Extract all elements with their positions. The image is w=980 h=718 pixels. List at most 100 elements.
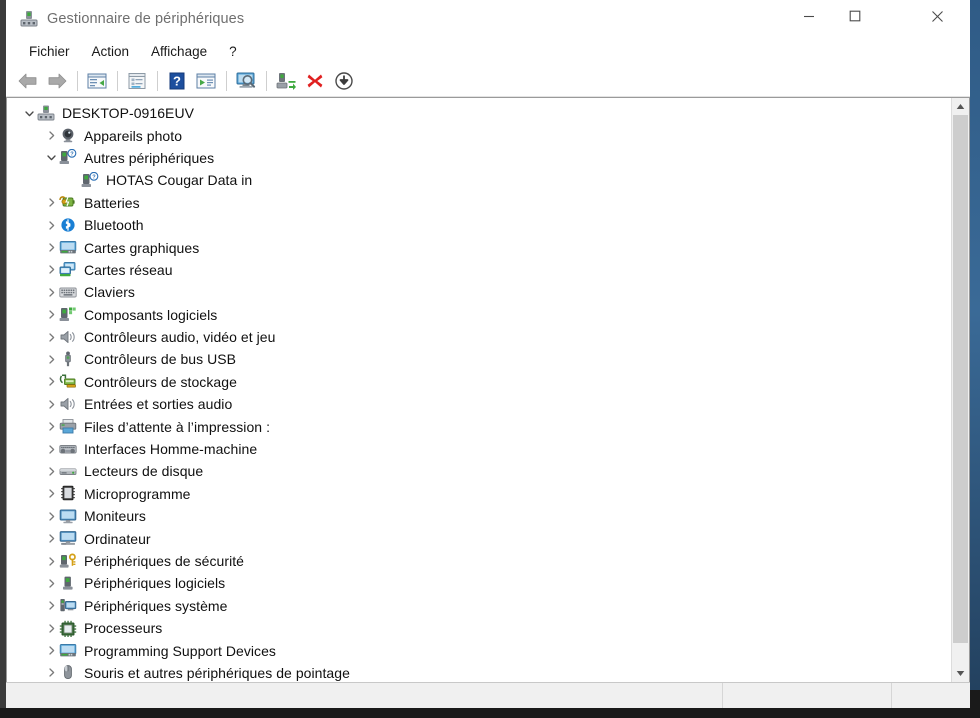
status-segment-2 — [722, 683, 891, 708]
chevron-right-icon[interactable] — [43, 550, 59, 572]
chevron-right-icon[interactable] — [43, 304, 59, 326]
tree-row[interactable]: Périphériques de sécurité — [7, 550, 951, 572]
computer-device-icon — [59, 530, 77, 547]
chevron-right-icon[interactable] — [43, 125, 59, 147]
tree-view-icon[interactable] — [83, 68, 111, 94]
tree-row[interactable]: Moniteurs — [7, 505, 951, 527]
chevron-right-icon[interactable] — [43, 572, 59, 594]
chevron-right-icon[interactable] — [43, 214, 59, 236]
chevron-right-icon[interactable] — [43, 595, 59, 617]
chevron-right-icon[interactable] — [43, 326, 59, 348]
scrollbar-thumb[interactable] — [953, 115, 968, 643]
usb-icon — [59, 351, 77, 368]
scan-hardware-changes-icon[interactable] — [232, 68, 260, 94]
menu-action[interactable]: Action — [83, 41, 139, 62]
tree-row[interactable]: ?HOTAS Cougar Data in — [7, 169, 951, 191]
device-tree[interactable]: DESKTOP-0916EUV Appareils photo? Autres pé… — [7, 98, 951, 682]
keyboard-icon — [59, 284, 77, 301]
chevron-right-icon[interactable] — [43, 528, 59, 550]
tree-row[interactable]: Batteries — [7, 192, 951, 214]
maximize-button[interactable] — [832, 0, 878, 32]
tree-row[interactable]: Processeurs — [7, 617, 951, 639]
tree-row-label: Périphériques logiciels — [84, 575, 225, 591]
tree-row[interactable]: Contrôleurs de bus USB — [7, 348, 951, 370]
tree-row-label: Périphériques système — [84, 598, 227, 614]
status-bar — [6, 682, 970, 708]
chevron-right-icon[interactable] — [43, 393, 59, 415]
tree-row[interactable]: Programming Support Devices — [7, 639, 951, 661]
network-adapter-icon — [59, 261, 77, 278]
tree-row[interactable]: Lecteurs de disque — [7, 460, 951, 482]
tree-row[interactable]: Composants logiciels — [7, 304, 951, 326]
chevron-right-icon[interactable] — [43, 483, 59, 505]
vertical-scrollbar[interactable] — [951, 98, 969, 682]
menu-affichage[interactable]: Affichage — [142, 41, 216, 62]
chevron-down-icon[interactable] — [21, 102, 37, 124]
close-button[interactable] — [914, 0, 960, 32]
tree-row[interactable]: Souris et autres périphériques de pointa… — [7, 662, 951, 682]
device-manager-icon — [20, 10, 38, 28]
camera-icon — [59, 127, 77, 144]
separator-4 — [226, 71, 227, 91]
chevron-right-icon[interactable] — [43, 237, 59, 259]
chevron-right-icon[interactable] — [43, 259, 59, 281]
minimize-button[interactable] — [786, 0, 832, 32]
chevron-right-icon[interactable] — [43, 505, 59, 527]
unknown-device-icon: ? — [59, 149, 77, 166]
details-window-icon[interactable] — [192, 68, 220, 94]
tree-row-label: Autres périphériques — [84, 150, 214, 166]
display-adapter-icon — [59, 239, 77, 256]
tree-row[interactable]: Ordinateur — [7, 527, 951, 549]
tree-row[interactable]: Cartes réseau — [7, 259, 951, 281]
scrollbar-track[interactable] — [952, 115, 969, 665]
chevron-right-icon[interactable] — [43, 438, 59, 460]
tree-row[interactable]: Interfaces Homme-machine — [7, 438, 951, 460]
chevron-right-icon[interactable] — [43, 371, 59, 393]
tree-row[interactable]: Microprogramme — [7, 483, 951, 505]
separator-3 — [157, 71, 158, 91]
tree-row-label: Contrôleurs de stockage — [84, 374, 237, 390]
display-adapter-icon — [59, 642, 77, 659]
add-legacy-hardware-icon[interactable] — [272, 68, 300, 94]
forward-arrow-icon[interactable] — [43, 68, 71, 94]
speaker-icon — [59, 396, 77, 413]
tree-row-label: DESKTOP-0916EUV — [62, 105, 194, 121]
device-manager-window: Gestionnaire de périphériques Fichier Ac… — [0, 0, 970, 708]
chevron-right-icon[interactable] — [43, 192, 59, 214]
tree-root-row[interactable]: DESKTOP-0916EUV — [7, 102, 951, 124]
tree-row[interactable]: Appareils photo — [7, 124, 951, 146]
tree-row[interactable]: Périphériques système — [7, 595, 951, 617]
menu-fichier[interactable]: Fichier — [20, 41, 79, 62]
tree-row[interactable]: Périphériques logiciels — [7, 572, 951, 594]
chevron-down-icon[interactable] — [43, 147, 59, 169]
monitor-icon — [59, 508, 77, 525]
chevron-right-icon[interactable] — [43, 281, 59, 303]
menu-aide[interactable]: ? — [220, 41, 246, 62]
tree-row[interactable]: Claviers — [7, 281, 951, 303]
tree-row[interactable]: Contrôleurs audio, vidéo et jeu — [7, 326, 951, 348]
status-message — [6, 683, 722, 708]
scroll-down-icon[interactable] — [952, 665, 969, 682]
help-icon[interactable]: ? — [163, 68, 191, 94]
tree-row-label: Programming Support Devices — [84, 643, 276, 659]
update-driver-icon[interactable] — [330, 68, 358, 94]
bluetooth-icon — [59, 217, 77, 234]
chevron-right-icon[interactable] — [43, 348, 59, 370]
chevron-right-icon[interactable] — [43, 640, 59, 662]
processor-icon — [59, 620, 77, 637]
chevron-right-icon[interactable] — [43, 460, 59, 482]
chevron-right-icon[interactable] — [43, 416, 59, 438]
tree-row-label: Périphériques de sécurité — [84, 553, 244, 569]
tree-row[interactable]: Contrôleurs de stockage — [7, 371, 951, 393]
tree-row[interactable]: Cartes graphiques — [7, 236, 951, 258]
chevron-right-icon[interactable] — [43, 662, 59, 682]
tree-row[interactable]: Bluetooth — [7, 214, 951, 236]
tree-row[interactable]: Files d’attente à l’impression : — [7, 415, 951, 437]
chevron-right-icon[interactable] — [43, 617, 59, 639]
tree-row[interactable]: Entrées et sorties audio — [7, 393, 951, 415]
tree-row[interactable]: ? Autres périphériques — [7, 147, 951, 169]
uninstall-device-icon[interactable] — [301, 68, 329, 94]
back-arrow-icon[interactable] — [14, 68, 42, 94]
properties-window-icon[interactable] — [123, 68, 151, 94]
scroll-up-icon[interactable] — [952, 98, 969, 115]
